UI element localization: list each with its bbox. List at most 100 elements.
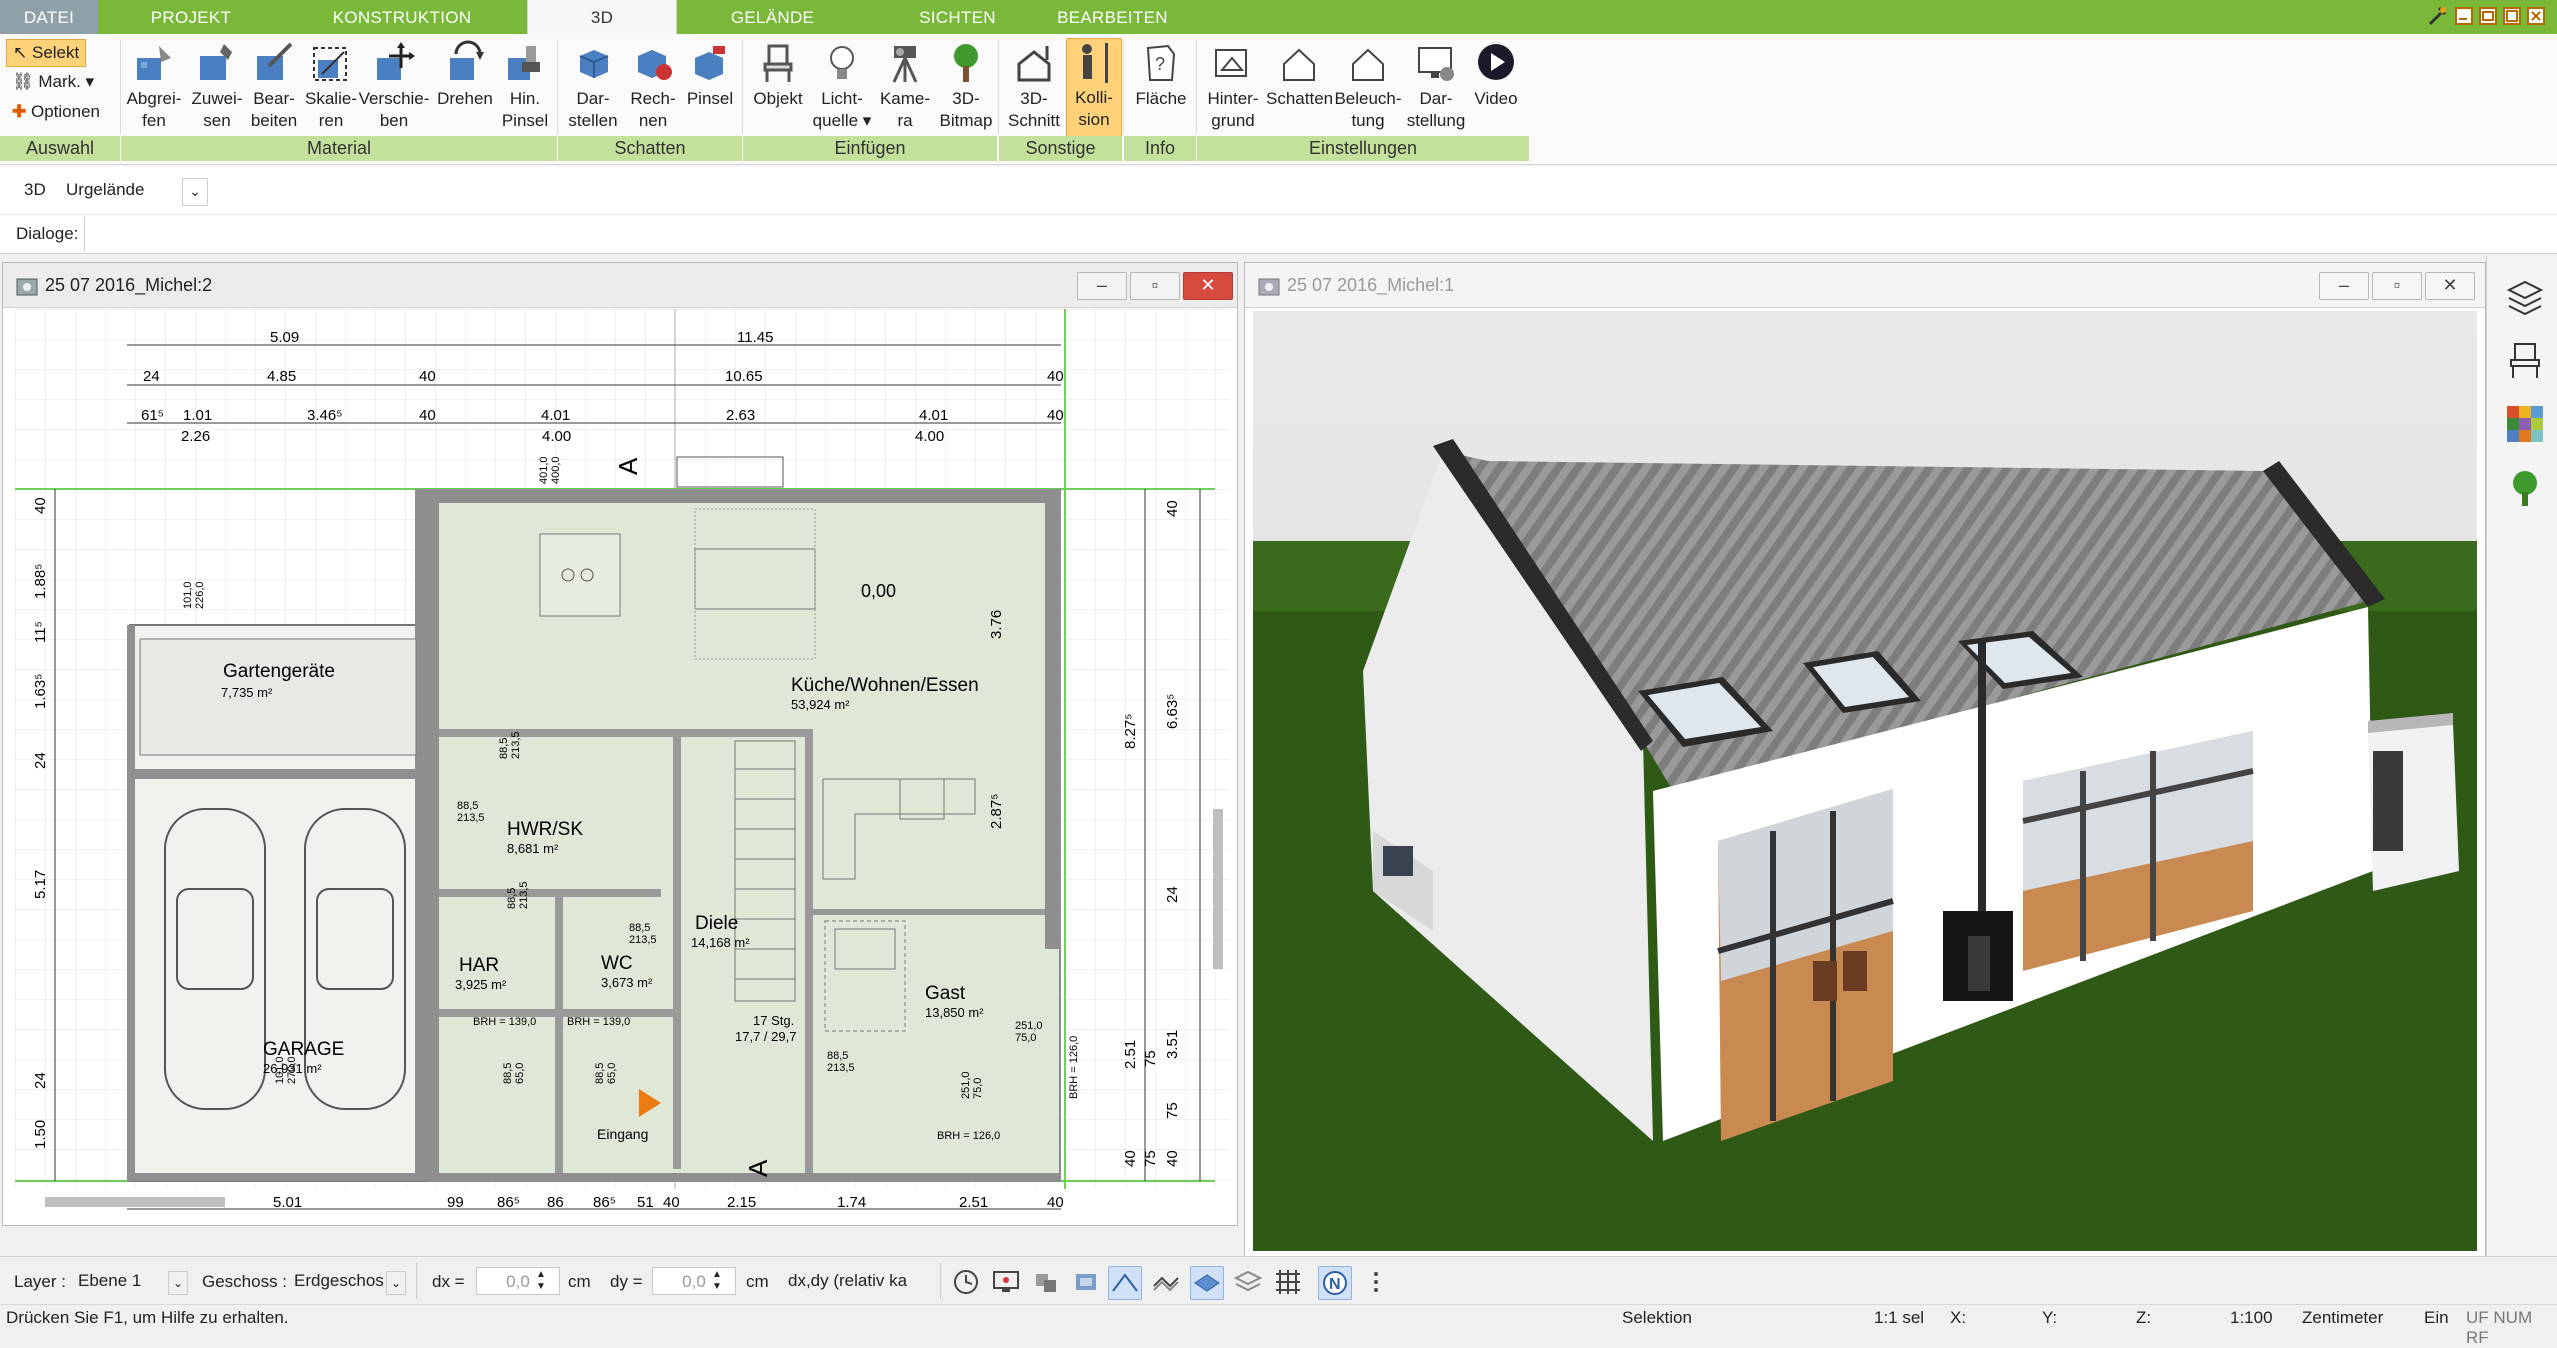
ribbon: ↖ Selekt ⛓ Mark. ▾ ✚ Optionen Auswahl Ab… [0,34,2557,165]
snap-angles-icon[interactable] [1150,1266,1182,1298]
3d-schnitt-button[interactable]: 3D- Schnitt [1002,40,1066,132]
layers-icon[interactable] [2505,276,2545,316]
room-area: 13,850 m² [925,1005,984,1020]
objects-icon[interactable] [1030,1266,1062,1298]
dim-label: 11.45 [737,329,773,346]
kamera-button[interactable]: Kame-ra [874,40,936,132]
minimize-button[interactable]: – [1077,272,1127,300]
maximize-window-icon[interactable] [2501,4,2523,28]
status-ein: Ein [2424,1308,2449,1327]
small-dim-label: 213,5 [457,812,485,824]
grid-icon[interactable] [1272,1266,1304,1298]
small-dim-label: 400,0 [550,456,562,484]
dim-label: 3.51 [1164,1030,1181,1059]
room-name: GARAGE [263,1039,344,1060]
horizontal-scrollbar-thumb[interactable] [45,1197,225,1207]
chevron-down-icon[interactable]: ⌄ [182,178,208,206]
tab-datei[interactable]: DATEI [0,0,98,34]
brh-label: BRH = 139,0 [567,1016,630,1028]
tab-bearbeiten[interactable]: BEARBEITEN [1050,0,1175,34]
dim-label: 40 [1164,1150,1181,1167]
darstellung-button[interactable]: Dar-stellung [1404,40,1468,132]
skalieren-button[interactable]: Skalie-ren [302,40,360,132]
abgreifen-button[interactable]: Abgrei-fen [122,40,186,132]
floor-plan-canvas[interactable]: 5.09 11.45 24 4.85 40 10.65 40 61⁵ 1.01 … [15,309,1229,1219]
hin-pinsel-button[interactable]: Hin. Pinsel [498,40,552,132]
hintergrund-button[interactable]: Hinter-grund [1200,40,1266,132]
status-unit: Zentimeter [2302,1308,2384,1327]
schatten-einstellung-button[interactable]: Schatten [1266,40,1333,110]
tab-konstruktion[interactable]: KONSTRUKTION [320,0,484,34]
coordinate-mode-select[interactable]: dx,dy (relativ ka [782,1267,928,1295]
chevron-down-icon[interactable]: ⌄ [386,1271,406,1295]
lichtquelle-button[interactable]: Licht-quelle ▾ [812,40,872,132]
verschieben-button[interactable]: Verschie-ben [356,40,432,132]
maximize-button[interactable]: ▫ [2372,272,2422,300]
vertical-scrollbar-thumb[interactable] [1213,809,1223,969]
minimize-button[interactable]: – [2319,272,2369,300]
close-button[interactable]: ✕ [2425,272,2475,300]
ribbon-separator [1123,40,1124,134]
dx-stepper-icon[interactable]: ▲ ▼ [536,1269,546,1293]
restore-window-icon[interactable] [2477,4,2499,28]
bearbeiten-button[interactable]: Bear-beiten [246,40,302,132]
drehen-button[interactable]: Drehen [432,40,498,110]
schatten-pinsel-button[interactable]: Pinsel [680,40,740,110]
3d-viewport[interactable] [1253,311,2477,1251]
geschoss-label: Geschoss : [202,1272,288,1291]
monitor-icon[interactable] [990,1266,1022,1298]
group-sonstige: Sonstige [999,136,1122,161]
minimize-window-icon[interactable] [2453,4,2475,28]
select-button[interactable]: ↖ Selekt [6,39,87,67]
furniture-catalog-icon[interactable] [2505,340,2545,380]
dim-label: 5.01 [273,1194,302,1211]
level-marker: 0,00 [861,581,896,601]
dy-input[interactable]: 0,0 [652,1267,736,1295]
layers-toggle-icon[interactable] [1232,1266,1264,1298]
chevron-down-icon[interactable]: ⌄ [168,1271,188,1295]
furniture-icon[interactable] [1070,1266,1102,1298]
snap-lines-icon[interactable] [1108,1266,1142,1300]
video-button[interactable]: Video [1468,40,1524,110]
schatten-darstellen-button[interactable]: Dar-stellen [560,40,626,132]
dy-unit: cm [746,1272,769,1291]
kollision-button[interactable]: Kolli-sion [1066,38,1122,138]
close-button[interactable]: ✕ [1183,272,1233,300]
tab-sichten[interactable]: SICHTEN [885,0,1030,34]
tab-3d[interactable]: 3D [527,0,677,34]
assign-material-icon [200,44,232,80]
dim-label: 40 [419,407,436,424]
zuweisen-button[interactable]: Zuwei-sen [186,40,248,132]
objekt-button[interactable]: Objekt [746,40,810,110]
clock-icon[interactable] [950,1266,982,1298]
room-area: 3,673 m² [601,975,653,990]
room-area: 8,681 m² [507,841,559,856]
materials-palette-icon[interactable] [2505,404,2545,444]
plants-tree-icon[interactable] [2505,468,2545,508]
room-name: HAR [459,955,499,976]
more-options-icon[interactable] [1360,1266,1392,1298]
room-area: 14,168 m² [691,935,750,950]
tab-gelaende[interactable]: GELÄNDE [700,0,845,34]
dx-input[interactable]: 0,0 [476,1267,560,1295]
dim-label: 1.50 [32,1120,49,1149]
group-einfuegen: Einfügen [743,136,997,161]
schatten-rechnen-button[interactable]: Rech-nen [626,40,680,132]
north-icon[interactable]: N [1318,1266,1352,1300]
close-app-icon[interactable] [2525,4,2547,28]
dy-stepper-icon[interactable]: ▲ ▼ [712,1269,722,1293]
snap-planes-icon[interactable] [1190,1266,1224,1300]
pick-material-icon [137,46,171,80]
dy-label: dy = [610,1272,643,1291]
mark-button[interactable]: ⛓ Mark. ▾ [6,69,100,95]
3d-bitmap-button[interactable]: 3D- Bitmap [936,40,996,132]
tab-projekt[interactable]: PROJEKT [118,0,264,34]
flaeche-button[interactable]: ? Fläche [1128,40,1194,110]
options-button[interactable]: ✚ Optionen [6,99,106,125]
room-area: 26,931 m² [263,1061,322,1076]
beleuchtung-button[interactable]: Beleuch-tung [1332,40,1404,132]
tools-icon[interactable] [2427,4,2449,28]
bottom-toolbar: Layer : Ebene 1 ⌄ Geschoss : Erdgeschos … [0,1256,2557,1305]
maximize-button[interactable]: ▫ [1130,272,1180,300]
select-arrow-icon: ↖ [13,43,28,62]
